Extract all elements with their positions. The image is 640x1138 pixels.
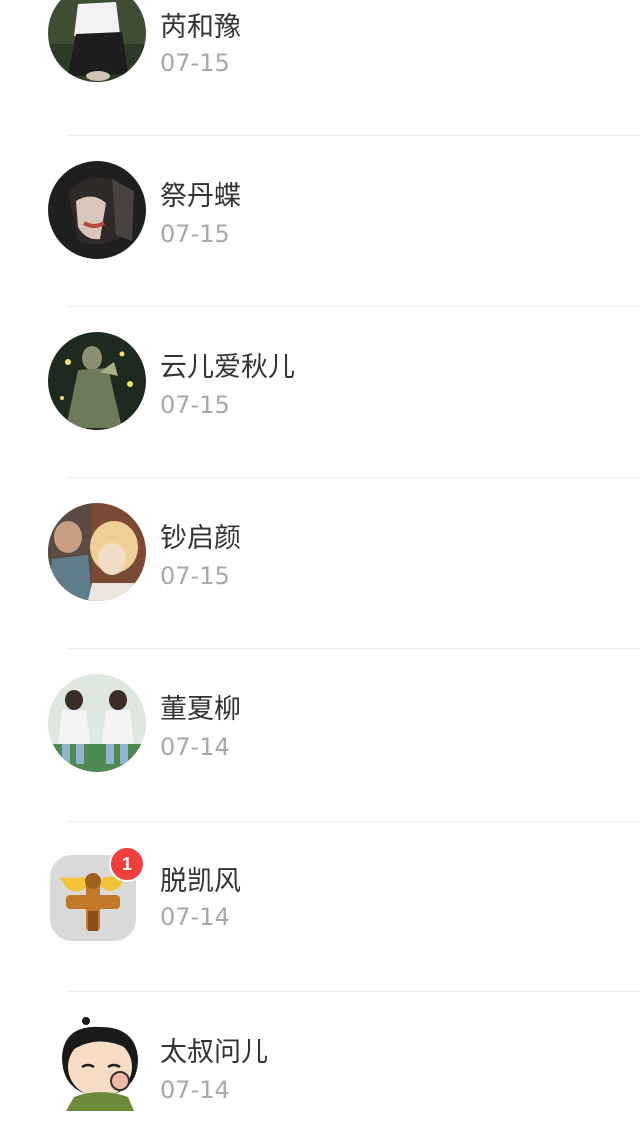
contact-date: 07-14 bbox=[160, 1076, 230, 1104]
list-item[interactable]: 云儿爱秋儿 07-15 bbox=[0, 289, 640, 478]
list-item[interactable]: 太叔问儿 07-14 bbox=[0, 974, 640, 1138]
contact-date: 07-14 bbox=[160, 903, 230, 931]
contact-name: 脱凯风 bbox=[160, 866, 241, 897]
contact-date: 07-14 bbox=[160, 733, 230, 761]
contact-date: 07-15 bbox=[160, 49, 230, 77]
avatar[interactable] bbox=[48, 0, 146, 82]
list-item[interactable]: 董夏柳 07-14 bbox=[0, 631, 640, 822]
list-item[interactable]: 祭丹蝶 07-15 bbox=[0, 118, 640, 307]
contact-date: 07-15 bbox=[160, 562, 230, 590]
contact-date: 07-15 bbox=[160, 220, 230, 248]
avatar[interactable]: 1 bbox=[50, 846, 145, 941]
avatar[interactable] bbox=[48, 674, 146, 772]
contact-name: 芮和豫 bbox=[160, 12, 241, 43]
avatar[interactable] bbox=[48, 161, 146, 259]
avatar[interactable] bbox=[54, 1017, 146, 1111]
avatar[interactable] bbox=[48, 332, 146, 430]
list-item[interactable]: 1 脱凯风 07-14 bbox=[0, 803, 640, 992]
list-item[interactable]: 芮和豫 07-15 bbox=[0, 0, 640, 136]
list-item[interactable]: 钞启颜 07-15 bbox=[0, 460, 640, 649]
contact-name: 云儿爱秋儿 bbox=[160, 352, 295, 383]
contact-name: 祭丹蝶 bbox=[160, 181, 241, 212]
contact-date: 07-15 bbox=[160, 391, 230, 419]
avatar[interactable] bbox=[48, 503, 146, 601]
unread-badge: 1 bbox=[109, 846, 145, 882]
contact-name: 董夏柳 bbox=[160, 694, 241, 725]
contact-name: 太叔问儿 bbox=[160, 1037, 268, 1068]
contact-list: 芮和豫 07-15 祭丹蝶 07-15 云儿爱秋儿 07-15 钞启颜 07-1… bbox=[0, 0, 640, 1138]
contact-name: 钞启颜 bbox=[160, 523, 241, 554]
